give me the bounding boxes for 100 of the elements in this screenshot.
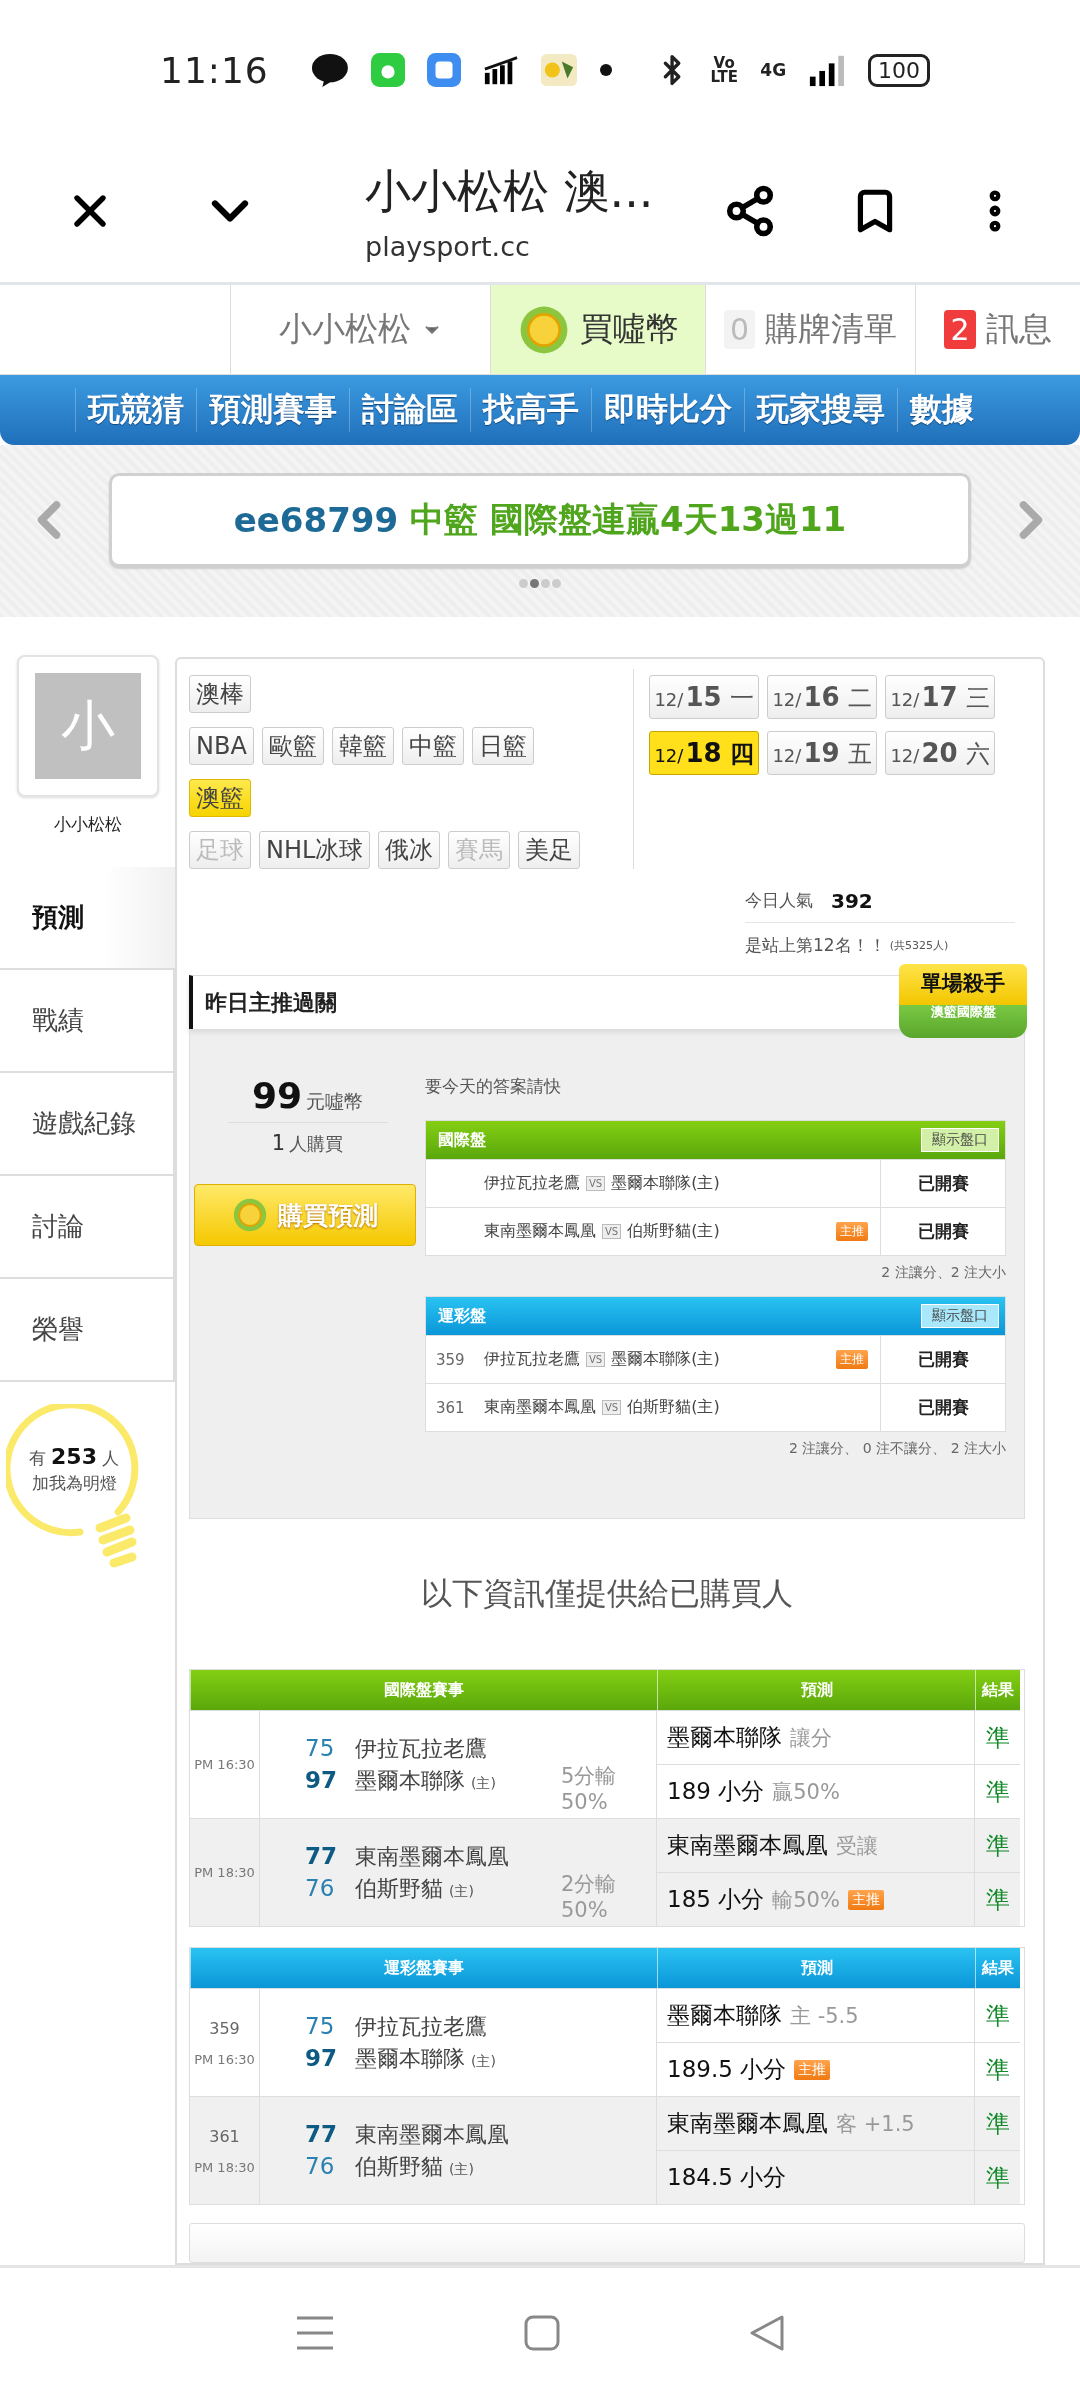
game-number: 359 xyxy=(209,2018,240,2038)
team-name: 墨爾本聯隊(主) xyxy=(611,1349,720,1370)
page-url: playsport.cc xyxy=(365,230,531,262)
prediction-detail: 主 -5.5 xyxy=(790,2002,859,2030)
game-time: PM 18:30 xyxy=(194,2159,255,2175)
nav-link[interactable]: 找高手 xyxy=(470,388,591,432)
result-mark: 準 xyxy=(975,2150,1020,2204)
team-score: 76 xyxy=(305,2152,335,2179)
sport-tab[interactable]: 歐籃 xyxy=(261,727,324,765)
dot-icon xyxy=(598,63,612,77)
nav-link[interactable]: 即時比分 xyxy=(591,388,744,432)
rank-total: (共5325人) xyxy=(889,937,949,953)
note-text: 要今天的答案請快 xyxy=(425,1075,562,1098)
game-time: PM 18:30 xyxy=(194,1865,255,1880)
vs-label: VS xyxy=(586,1352,606,1367)
sport-tab[interactable]: 澳籃 xyxy=(189,779,251,817)
carousel-dot[interactable] xyxy=(519,579,528,588)
result-mark: 準 xyxy=(975,1818,1020,1872)
board-summary: 2 注讓分、2 注大小 xyxy=(880,1264,1006,1282)
column-header: 國際盤賽事 xyxy=(190,1670,657,1710)
carousel-dot[interactable] xyxy=(552,579,561,588)
back-button[interactable] xyxy=(749,2313,786,2352)
prediction-pick: 184.5 小分 xyxy=(667,2163,787,2192)
price-value: 99 xyxy=(251,1075,303,1116)
locked-notice: 以下資訊僅提供給已購買人 xyxy=(420,1574,794,1613)
sidebar-item[interactable]: 榮譽 xyxy=(0,1279,175,1382)
margin-result: 5分輸 xyxy=(561,1764,618,1790)
date-tab[interactable]: 12/20 六 xyxy=(885,731,995,775)
app-icon xyxy=(426,52,461,88)
game-number: 361 xyxy=(435,1399,465,1417)
buy-coin-button[interactable]: 買噓幣 xyxy=(490,285,705,374)
menu-button[interactable] xyxy=(294,2314,335,2351)
sport-tab[interactable]: 中籃 xyxy=(401,727,464,765)
nav-link[interactable]: 玩競猜 xyxy=(75,388,196,432)
date-tab[interactable]: 12/19 五 xyxy=(767,731,877,775)
board-title: 運彩盤 xyxy=(438,1305,486,1327)
team-name: 墨爾本聯隊 xyxy=(355,2044,465,2073)
sidebar-item[interactable]: 遊戲紀錄 xyxy=(0,1073,175,1176)
home-mark: (主) xyxy=(449,1882,474,1901)
column-header: 預測 xyxy=(657,1948,975,1988)
nav-link[interactable]: 討論區 xyxy=(349,388,470,432)
sport-tab[interactable]: 美足 xyxy=(518,831,581,869)
show-odds-button[interactable]: 顯示盤口 xyxy=(921,1304,999,1328)
date-tab[interactable]: 12/15 一 xyxy=(649,675,759,719)
column-header: 結果 xyxy=(975,1670,1020,1710)
sport-tab[interactable]: NHL冰球 xyxy=(259,831,371,869)
prediction-pick: 189 小分 xyxy=(667,1777,765,1806)
banner-link[interactable]: ee68799 中籃 國際盤連贏4天13過11 xyxy=(109,473,971,567)
fans-count: 有 253 人 xyxy=(28,1444,120,1470)
sidebar-item[interactable]: 預測 xyxy=(0,867,175,970)
prediction-pick: 東南墨爾本鳳凰 xyxy=(667,1831,828,1860)
team-name: 伊拉瓦拉老鷹 xyxy=(484,1173,580,1194)
team-name: 伊拉瓦拉老鷹 xyxy=(355,2012,487,2041)
team-name: 東南墨爾本鳳凰 xyxy=(355,2120,509,2149)
game-status: 已開賽 xyxy=(880,1384,1005,1431)
game-time: PM 16:30 xyxy=(194,2051,255,2067)
popularity-value: 392 xyxy=(831,888,873,913)
home-mark: (主) xyxy=(449,2160,474,2179)
team-score: 77 xyxy=(305,2120,335,2147)
buyer-label: 人購買 xyxy=(289,1132,344,1156)
sidebar-item[interactable]: 戰績 xyxy=(0,970,175,1073)
column-header: 預測 xyxy=(657,1670,975,1710)
home-button[interactable] xyxy=(524,2314,560,2351)
team-name: 東南墨爾本鳳凰 xyxy=(355,1842,509,1871)
sidebar-item[interactable]: 討論 xyxy=(0,1176,175,1279)
avatar: 小 xyxy=(34,673,141,779)
prediction-detail: 輸50% xyxy=(772,1886,840,1914)
featured-tag: 主推 xyxy=(794,2059,831,2080)
volte-indicator: Vo LTE xyxy=(709,55,739,85)
nav-link[interactable]: 預測賽事 xyxy=(196,388,349,432)
prediction-detail: 客 +1.5 xyxy=(836,2110,915,2138)
nav-link[interactable]: 玩家搜尋 xyxy=(744,388,897,432)
sport-tab[interactable]: NBA xyxy=(189,727,254,765)
carousel-dot[interactable] xyxy=(541,579,550,588)
team-score: 97 xyxy=(305,1766,335,1793)
game-status: 已開賽 xyxy=(880,1208,1005,1255)
show-odds-button[interactable]: 顯示盤口 xyxy=(921,1128,999,1152)
date-tab[interactable]: 12/16 二 xyxy=(767,675,877,719)
sport-tab[interactable]: 澳棒 xyxy=(189,675,251,713)
network-type: 4G xyxy=(760,60,787,80)
team-name: 伯斯野貓 xyxy=(355,1874,443,1903)
sport-tab[interactable]: 韓籃 xyxy=(331,727,394,765)
date-tab[interactable]: 12/18 四 xyxy=(649,731,759,775)
sport-tab[interactable]: 俄冰 xyxy=(378,831,441,869)
team-name: 伯斯野貓(主) xyxy=(627,1221,720,1242)
chart-icon xyxy=(482,55,519,85)
team-name: 東南墨爾本鳳凰 xyxy=(484,1221,596,1242)
nav-link[interactable]: 數據 xyxy=(897,388,986,432)
date-tab[interactable]: 12/17 三 xyxy=(885,675,995,719)
featured-tag: 主推 xyxy=(847,1889,884,1910)
signal-icon xyxy=(808,53,846,87)
prediction-pick: 東南墨爾本鳳凰 xyxy=(667,2109,828,2138)
margin-result: 2分輸 xyxy=(561,1872,618,1898)
profile-name: 小小松松 xyxy=(53,813,122,836)
sport-tab[interactable]: 日籃 xyxy=(471,727,534,765)
carousel-dot[interactable] xyxy=(530,579,539,588)
coin-icon xyxy=(231,1197,268,1233)
team-name: 東南墨爾本鳳凰 xyxy=(484,1397,596,1418)
game-status: 已開賽 xyxy=(880,1336,1005,1383)
board-title: 國際盤 xyxy=(438,1129,486,1151)
